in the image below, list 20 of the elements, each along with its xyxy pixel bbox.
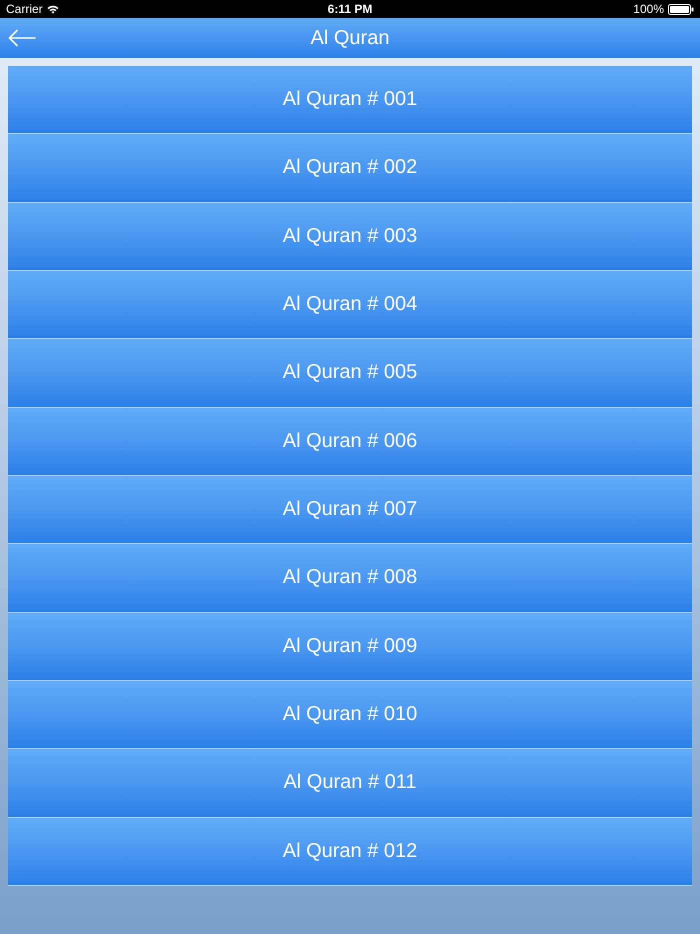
wifi-icon [46,4,59,14]
carrier-label: Carrier [6,2,43,16]
list-item[interactable]: Al Quran # 007 [8,476,692,544]
list-item[interactable]: Al Quran # 010 [8,680,692,750]
back-arrow-icon [8,29,36,47]
battery-icon [668,4,694,14]
list-item[interactable]: Al Quran # 011 [8,749,692,818]
back-button[interactable] [8,29,36,47]
status-time: 6:11 PM [328,2,372,16]
list-item[interactable]: Al Quran # 003 [8,202,692,271]
list-item[interactable]: Al Quran # 001 [8,66,692,134]
list-item[interactable]: Al Quran # 008 [8,544,692,613]
list-item[interactable]: Al Quran # 009 [8,612,692,681]
battery-percent: 100% [633,2,664,16]
list-item[interactable]: Al Quran # 005 [8,339,692,408]
list-item[interactable]: Al Quran # 002 [8,134,692,203]
list-item[interactable]: Al Quran # 004 [8,270,692,340]
list-item[interactable]: Al Quran # 006 [8,408,692,476]
list-item[interactable]: Al Quran # 012 [8,818,692,886]
nav-title: Al Quran [310,26,390,50]
